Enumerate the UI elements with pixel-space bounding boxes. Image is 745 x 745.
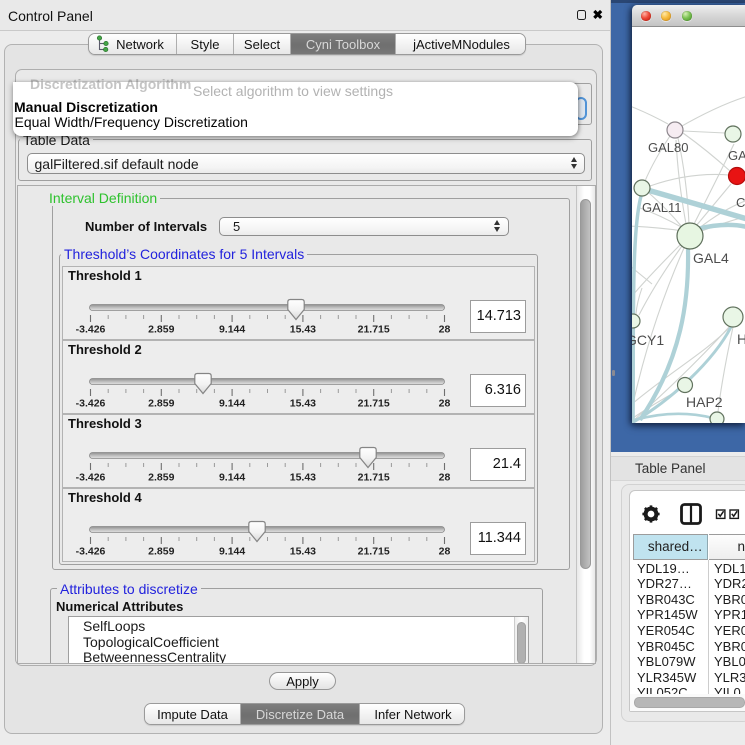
svg-text:GAL11: GAL11 <box>642 200 682 215</box>
svg-text:15.43: 15.43 <box>290 324 316 336</box>
svg-text:-3.426: -3.426 <box>76 472 106 484</box>
svg-text:9.144: 9.144 <box>219 398 245 410</box>
svg-text:28: 28 <box>439 324 451 336</box>
svg-text:9.144: 9.144 <box>219 472 245 484</box>
svg-text:2.859: 2.859 <box>148 324 174 336</box>
svg-text:21.715: 21.715 <box>358 546 390 558</box>
svg-text:15.43: 15.43 <box>290 472 316 484</box>
svg-text:21.715: 21.715 <box>358 398 390 410</box>
svg-text:2.859: 2.859 <box>148 546 174 558</box>
svg-text:-3.426: -3.426 <box>76 398 106 410</box>
svg-text:GCY1: GCY1 <box>632 332 664 348</box>
svg-text:GA: GA <box>728 148 745 163</box>
svg-text:15.43: 15.43 <box>290 398 316 410</box>
svg-text:C: C <box>736 195 745 210</box>
svg-text:GAL80: GAL80 <box>648 140 688 155</box>
svg-text:9.144: 9.144 <box>219 324 245 336</box>
svg-text:H: H <box>737 331 745 347</box>
svg-text:28: 28 <box>439 472 451 484</box>
svg-text:28: 28 <box>439 398 451 410</box>
svg-text:21.715: 21.715 <box>358 472 390 484</box>
svg-text:-3.426: -3.426 <box>76 546 106 558</box>
svg-text:9.144: 9.144 <box>219 546 245 558</box>
svg-text:21.715: 21.715 <box>358 324 390 336</box>
svg-text:15.43: 15.43 <box>290 546 316 558</box>
svg-text:2.859: 2.859 <box>148 398 174 410</box>
svg-text:HAP2: HAP2 <box>686 394 723 410</box>
svg-text:-3.426: -3.426 <box>76 324 106 336</box>
svg-text:GAL4: GAL4 <box>693 250 729 266</box>
svg-text:2.859: 2.859 <box>148 472 174 484</box>
svg-text:28: 28 <box>439 546 451 558</box>
